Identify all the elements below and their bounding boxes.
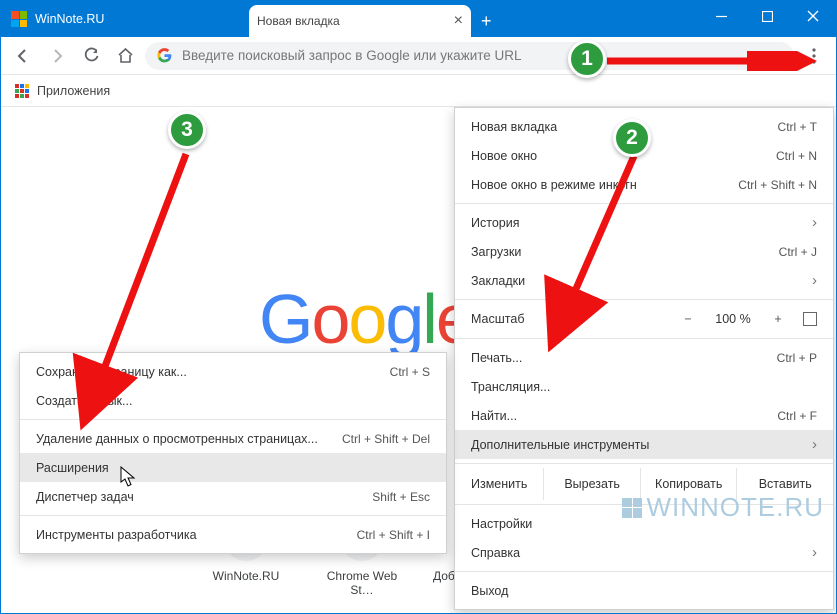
home-button[interactable] xyxy=(111,42,139,70)
zoom-out-button[interactable]: − xyxy=(671,312,705,326)
submenu-devtools[interactable]: Инструменты разработчикаCtrl + Shift + I xyxy=(20,520,446,549)
shortcut-label: WinNote.RU xyxy=(199,569,293,583)
close-tab-icon[interactable]: × xyxy=(454,12,463,30)
annotation-arrow-3 xyxy=(71,149,201,439)
annotation-badge-3: 3 xyxy=(168,111,206,149)
menu-help[interactable]: Справка xyxy=(455,538,833,567)
google-logo: Google xyxy=(259,279,473,359)
watermark: WINNOTE.RU xyxy=(622,492,824,523)
new-tab-button[interactable]: + xyxy=(481,11,492,32)
menu-find[interactable]: Найти...Ctrl + F xyxy=(455,401,833,430)
back-button[interactable] xyxy=(9,42,37,70)
bookmarks-bar: Приложения xyxy=(1,75,836,107)
tab-new-label: Новая вкладка xyxy=(257,14,340,28)
address-placeholder: Введите поисковый запрос в Google или ук… xyxy=(182,48,522,63)
tab-winnote[interactable]: WinNote.RU xyxy=(35,1,104,37)
menu-exit[interactable]: Выход xyxy=(455,576,833,605)
menu-more-tools[interactable]: Дополнительные инструменты xyxy=(455,430,833,459)
zoom-percent: 100 % xyxy=(705,312,761,326)
menu-cast[interactable]: Трансляция... xyxy=(455,372,833,401)
shortcut-label: Chrome Web St… xyxy=(315,569,409,597)
apps-label[interactable]: Приложения xyxy=(37,84,110,98)
minimize-button[interactable] xyxy=(698,1,744,31)
reload-button[interactable] xyxy=(77,42,105,70)
submenu-extensions[interactable]: Расширения xyxy=(20,453,446,482)
zoom-in-button[interactable]: + xyxy=(761,312,795,326)
annotation-arrow-1 xyxy=(605,51,825,71)
fullscreen-icon[interactable] xyxy=(803,312,817,326)
tab-new[interactable]: Новая вкладка × xyxy=(249,5,471,37)
forward-button[interactable] xyxy=(43,42,71,70)
annotation-arrow-2 xyxy=(539,151,659,361)
annotation-badge-2: 2 xyxy=(613,119,651,157)
browser-window: WinNote.RU Новая вкладка × + Введите пои… xyxy=(0,0,837,614)
title-bar: WinNote.RU Новая вкладка × + xyxy=(1,1,836,37)
submenu-task-manager[interactable]: Диспетчер задачShift + Esc xyxy=(20,482,446,511)
annotation-badge-1: 1 xyxy=(568,40,606,78)
cursor-icon xyxy=(120,466,138,488)
maximize-button[interactable] xyxy=(744,1,790,31)
close-button[interactable] xyxy=(790,1,836,31)
site-favicon xyxy=(11,11,27,27)
apps-icon[interactable] xyxy=(15,84,29,98)
google-icon xyxy=(157,48,172,63)
